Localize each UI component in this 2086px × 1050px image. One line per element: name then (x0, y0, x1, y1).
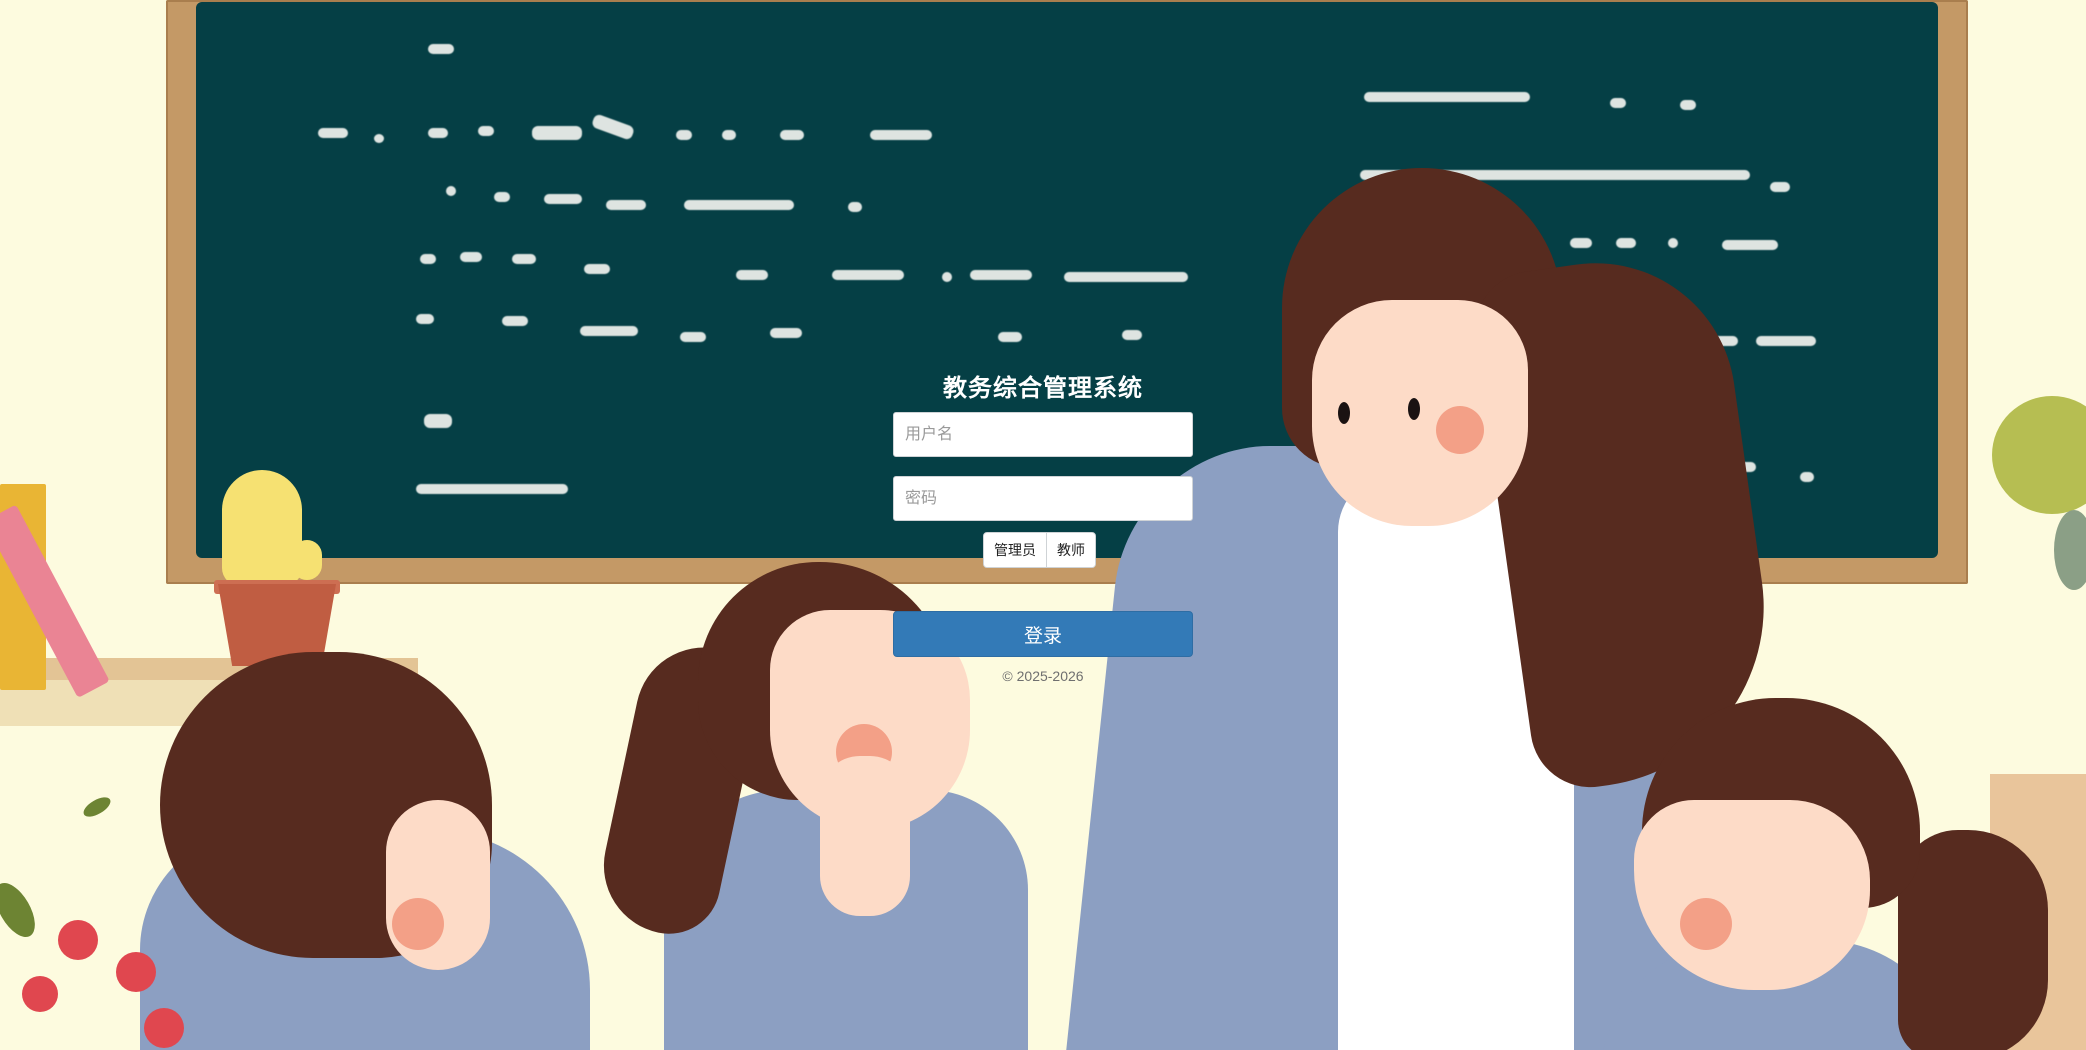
flower-icon (22, 976, 58, 1012)
student-left-cheek (392, 898, 444, 950)
flower-icon (116, 952, 156, 992)
student-middle-hand (820, 756, 910, 916)
cactus-icon (222, 470, 302, 586)
teacher-eye-icon (1408, 398, 1420, 420)
page-title: 教务综合管理系统 (943, 375, 1143, 402)
flower-icon (144, 1008, 184, 1048)
leaf-icon (1992, 396, 2086, 514)
flower-icon (58, 920, 98, 960)
leaf-icon (80, 793, 114, 821)
student-right-cheek (1680, 898, 1732, 950)
background-illustration (0, 0, 2086, 1050)
student-right-ponytail (1898, 830, 2048, 1050)
teacher-eye-icon (1338, 402, 1350, 424)
teacher-cheek (1436, 406, 1484, 454)
role-teacher-button[interactable]: 教师 (1047, 533, 1095, 567)
role-selector: 管理员 教师 (983, 532, 1096, 568)
password-input[interactable] (893, 476, 1193, 521)
leaf-icon (0, 876, 43, 944)
copyright-text: © 2025-2026 (1002, 668, 1084, 684)
username-input[interactable] (893, 412, 1193, 457)
cactus-arm-icon (292, 540, 322, 580)
leaf-icon (2054, 510, 2086, 590)
role-admin-button[interactable]: 管理员 (984, 533, 1047, 567)
login-button[interactable]: 登录 (893, 611, 1193, 657)
